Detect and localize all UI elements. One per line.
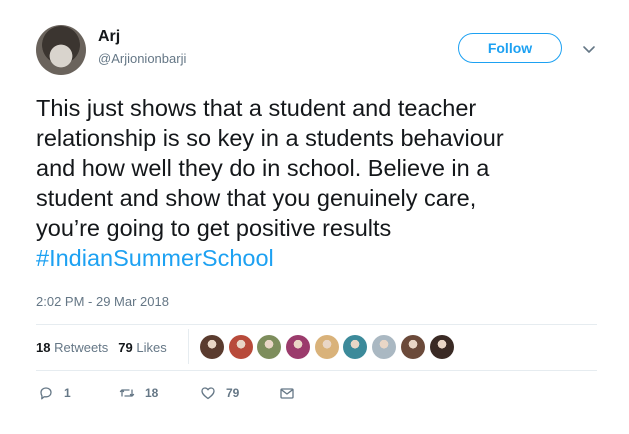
reply-count: 1: [64, 386, 71, 400]
retweet-icon: [119, 389, 135, 397]
hashtag-link[interactable]: #IndianSummerSchool: [36, 245, 274, 271]
tweet-body: This just shows that a student and teach…: [36, 95, 504, 241]
retweets-label: Retweets: [54, 340, 109, 355]
chevron-down-icon[interactable]: [582, 42, 596, 56]
liker-avatar[interactable]: [286, 335, 311, 359]
retweet-count: 18: [145, 386, 159, 400]
direct-message-button[interactable]: [279, 385, 295, 401]
likes-count: 79: [118, 340, 133, 355]
tweet-text: This just shows that a student and teach…: [36, 93, 606, 273]
liker-avatar[interactable]: [429, 335, 454, 359]
liker-avatar[interactable]: [343, 335, 368, 359]
reply-button[interactable]: 1: [38, 385, 71, 401]
liker-avatar[interactable]: [372, 335, 397, 359]
timestamp[interactable]: 2:02 PM - 29 Mar 2018: [36, 294, 169, 309]
retweet-button[interactable]: 18: [119, 385, 158, 401]
divider: [36, 324, 597, 325]
user-name[interactable]: Arj: [98, 28, 120, 46]
retweets-stat[interactable]: 18 Retweets: [36, 340, 108, 355]
likes-label: Likes: [136, 340, 167, 355]
liker-avatar[interactable]: [200, 335, 224, 359]
liker-avatar[interactable]: [314, 335, 339, 359]
follow-button[interactable]: Follow: [458, 33, 562, 63]
likes-stat[interactable]: 79 Likes: [118, 340, 166, 355]
retweets-count: 18: [36, 340, 51, 355]
engagement-stats: 18 Retweets 79 Likes: [36, 340, 167, 355]
avatar[interactable]: [36, 25, 86, 75]
liker-avatar[interactable]: [228, 335, 253, 359]
reply-icon: [40, 387, 52, 400]
user-handle[interactable]: @Arjionionbarji: [98, 51, 186, 66]
like-count: 79: [226, 386, 240, 400]
divider: [36, 370, 597, 371]
liker-avatars: [200, 335, 458, 359]
liker-avatar[interactable]: [400, 335, 425, 359]
heart-icon: [201, 387, 215, 400]
like-button[interactable]: 79: [200, 385, 239, 401]
liker-avatar[interactable]: [257, 335, 282, 359]
stats-separator: [188, 329, 189, 364]
envelope-icon: [280, 388, 294, 399]
